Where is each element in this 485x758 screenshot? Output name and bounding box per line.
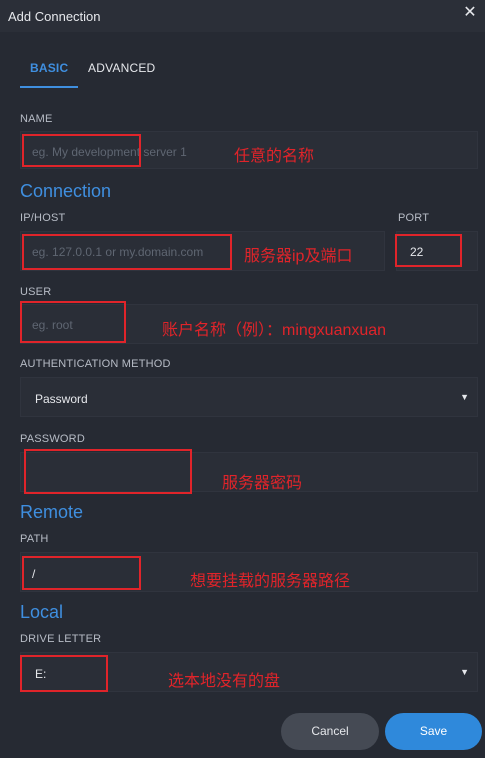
password-label: PASSWORD [20,433,85,445]
dropdown-triangle-icon: ▼ [460,667,469,677]
drive-letter-label: DRIVE LETTER [20,633,102,645]
connection-heading: Connection [20,181,112,201]
remote-heading: Remote [20,502,84,522]
dropdown-triangle-icon: ▼ [460,392,469,402]
auth-method-select[interactable]: Password ▼ [20,377,478,417]
annotation-box-path [22,556,141,590]
annotation-box-name [22,134,141,167]
save-button[interactable]: Save [385,713,482,750]
annotation-note-host: 服务器ip及端口 [244,248,353,265]
port-label: PORT [398,212,430,224]
annotation-note-path: 想要挂载的服务器路径 [190,573,351,590]
tab-basic[interactable]: BASIC [30,55,68,87]
annotation-box-port [395,234,462,267]
active-tab-indicator [20,86,78,88]
annotation-box-drive [20,655,108,692]
tab-advanced[interactable]: ADVANCED [88,55,155,87]
path-label: PATH [20,533,49,545]
annotation-note-password: 服务器密码 [222,475,303,492]
auth-method-value: Password [35,392,88,406]
cancel-button[interactable]: Cancel [281,713,379,750]
host-label: IP/HOST [20,212,66,224]
auth-method-label: AUTHENTICATION METHOD [20,358,171,370]
annotation-box-host [22,234,232,270]
annotation-note-user: 账户名称（例）：mingxuanxuan [162,322,387,339]
local-heading: Local [20,602,64,622]
annotation-box-user [20,301,126,343]
annotation-note-drive: 选本地没有的盘 [168,673,281,690]
name-label: NAME [20,113,53,125]
title-bar: Add Connection ✕ [0,0,485,32]
user-label: USER [20,286,52,298]
close-icon[interactable]: ✕ [461,4,479,22]
window-title: Add Connection [8,9,101,24]
annotation-box-password [24,449,192,494]
annotation-note-name: 任意的名称 [234,148,315,165]
